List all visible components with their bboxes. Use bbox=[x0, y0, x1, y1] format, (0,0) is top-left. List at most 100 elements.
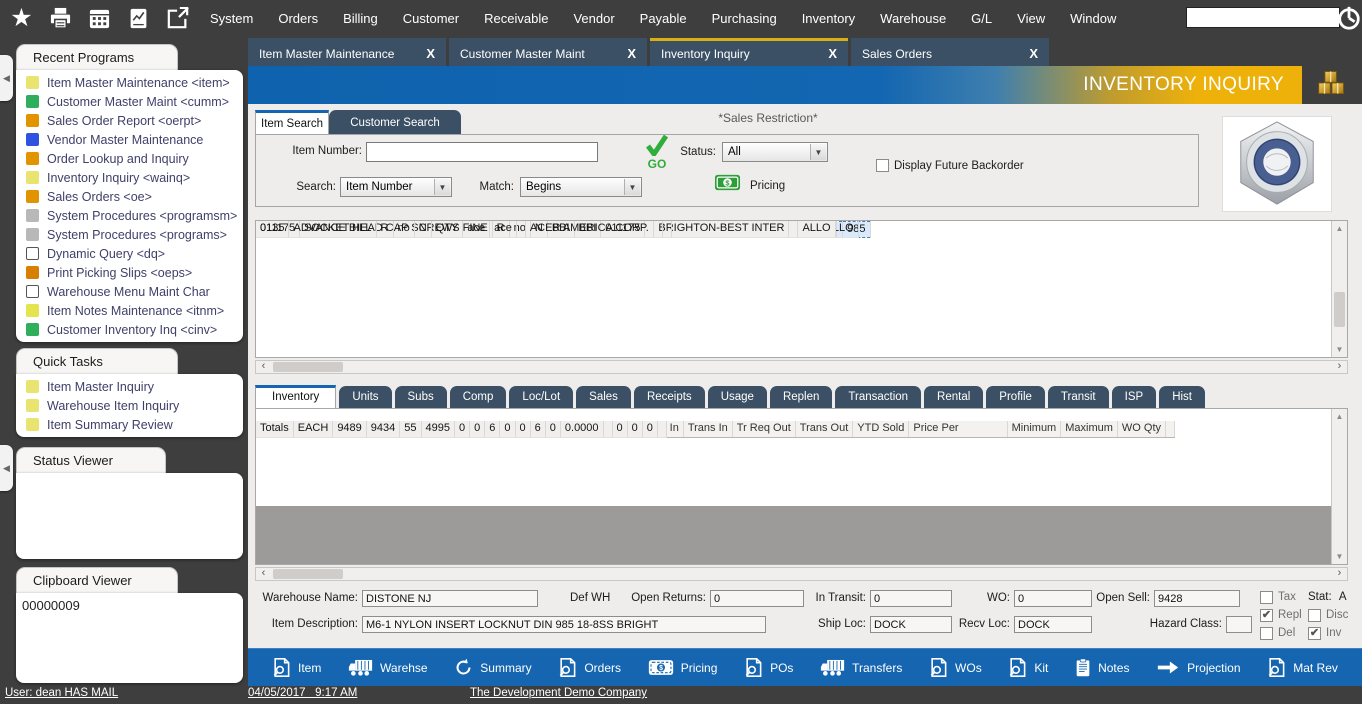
menu-item-purchasing[interactable]: Purchasing bbox=[707, 7, 782, 30]
toolbar-item[interactable]: Item bbox=[272, 658, 321, 677]
status-viewer-header[interactable]: Status Viewer bbox=[16, 447, 166, 473]
item-table-vscrollbar[interactable]: ▲ ▼ bbox=[1331, 221, 1347, 357]
inv-col-tr-req-out[interactable]: Tr Req Out bbox=[732, 421, 795, 437]
sidebar-item-item-master-inquiry[interactable]: Item Master Inquiry bbox=[16, 377, 243, 396]
detail-tab-subs[interactable]: Subs bbox=[395, 386, 447, 408]
checkbox-inv[interactable] bbox=[1308, 627, 1321, 640]
close-icon[interactable]: X bbox=[820, 46, 837, 61]
cell[interactable]: 0135 bbox=[256, 221, 289, 237]
tab-customer-search[interactable]: Customer Search bbox=[329, 110, 461, 135]
menu-item-receivable[interactable]: Receivable bbox=[479, 7, 553, 30]
status-dropdown[interactable]: All ▼ bbox=[722, 142, 828, 162]
checkbox-disc[interactable] bbox=[1308, 609, 1321, 622]
item-table-hscrollbar[interactable]: ‹ › bbox=[255, 360, 1348, 374]
ship-loc-field[interactable]: DOCK bbox=[870, 616, 952, 633]
detail-tab-isp[interactable]: ISP bbox=[1112, 386, 1157, 408]
close-icon[interactable]: X bbox=[418, 46, 435, 61]
toolbar-orders[interactable]: Orders bbox=[558, 658, 621, 677]
go-button[interactable]: GO bbox=[640, 134, 674, 171]
item-row-0135[interactable]: 0135ADVANCE BILLRnoNQTYaceaceACER AMERIC… bbox=[256, 221, 672, 238]
scroll-thumb[interactable] bbox=[273, 569, 343, 579]
toolbar-mat-rev[interactable]: Mat Rev bbox=[1267, 658, 1338, 677]
cell[interactable] bbox=[653, 221, 662, 237]
item-number-input[interactable] bbox=[366, 142, 598, 162]
scroll-right-icon[interactable]: › bbox=[1332, 568, 1347, 580]
sidebar-item-item-notes-maintenance-itnm[interactable]: Item Notes Maintenance <itnm> bbox=[16, 301, 243, 320]
toolbar-transfers[interactable]: Transfers bbox=[820, 659, 902, 677]
menu-item-customer[interactable]: Customer bbox=[398, 7, 464, 30]
print-icon[interactable] bbox=[47, 5, 74, 32]
sidebar-item-system-procedures-programs[interactable]: System Procedures <programs> bbox=[16, 225, 243, 244]
menu-item-billing[interactable]: Billing bbox=[338, 7, 383, 30]
sidebar-item-vendor-master-maintenance[interactable]: Vendor Master Maintenance bbox=[16, 130, 243, 149]
favorites-star-icon[interactable]: ★ bbox=[8, 5, 35, 32]
tab-sales-orders[interactable]: Sales OrdersX bbox=[851, 38, 1049, 66]
scroll-left-icon[interactable]: ‹ bbox=[256, 361, 271, 373]
sidebar-item-print-picking-slips-oeps[interactable]: Print Picking Slips <oeps> bbox=[16, 263, 243, 282]
cell[interactable]: ace bbox=[463, 221, 490, 237]
inv-col-ytd-sold[interactable]: YTD Sold bbox=[853, 421, 909, 437]
close-icon[interactable]: X bbox=[619, 46, 636, 61]
calendar-icon[interactable] bbox=[86, 5, 113, 32]
detail-tab-rental[interactable]: Rental bbox=[924, 386, 983, 408]
cell[interactable]: 55 bbox=[400, 421, 421, 437]
report-icon[interactable] bbox=[125, 5, 152, 32]
sidebar-item-dynamic-query-dq[interactable]: Dynamic Query <dq> bbox=[16, 244, 243, 263]
menu-item-warehouse[interactable]: Warehouse bbox=[875, 7, 951, 30]
hazard-class-field[interactable] bbox=[1226, 616, 1252, 633]
toolbar-wos[interactable]: WOs bbox=[929, 658, 982, 677]
detail-tab-sales[interactable]: Sales bbox=[576, 386, 631, 408]
cell[interactable]: 6 bbox=[485, 421, 500, 437]
tab-item-search[interactable]: Item Search bbox=[255, 110, 329, 135]
scroll-left-icon[interactable]: ‹ bbox=[256, 568, 271, 580]
cell[interactable]: 9489 bbox=[333, 421, 366, 437]
scroll-thumb[interactable] bbox=[273, 362, 343, 372]
flag-tax[interactable]: Tax bbox=[1260, 588, 1302, 606]
recent-programs-header[interactable]: Recent Programs bbox=[16, 44, 178, 70]
cell[interactable]: 0 bbox=[470, 421, 485, 437]
inv-col-extra[interactable] bbox=[1166, 421, 1175, 437]
tab-customer-master-maint[interactable]: Customer Master MaintX bbox=[449, 38, 647, 66]
menu-item-window[interactable]: Window bbox=[1065, 7, 1121, 30]
sidebar-item-inventory-inquiry-wainq[interactable]: Inventory Inquiry <wainq> bbox=[16, 168, 243, 187]
cell[interactable]: N bbox=[414, 221, 431, 237]
cell[interactable]: 4995 bbox=[421, 421, 454, 437]
warehouse-name-field[interactable]: DISTONE NJ bbox=[362, 590, 538, 607]
sidebar-item-item-summary-review[interactable]: Item Summary Review bbox=[16, 415, 243, 434]
cell[interactable]: 0 bbox=[627, 421, 642, 437]
cell[interactable]: 6 bbox=[530, 421, 545, 437]
detail-tab-inventory[interactable]: Inventory bbox=[255, 385, 336, 408]
toolbar-pricing[interactable]: $Pricing bbox=[648, 659, 718, 676]
match-dropdown[interactable]: Begins ▼ bbox=[520, 177, 642, 197]
toolbar-projection[interactable]: Projection bbox=[1156, 660, 1240, 675]
flag-disc[interactable]: Disc bbox=[1308, 606, 1348, 624]
inventory-row-totals[interactable]: TotalsEACH9489943455499500600600.0000000 bbox=[256, 421, 667, 438]
sidebar-item-warehouse-menu-maint-char[interactable]: Warehouse Menu Maint Char bbox=[16, 282, 243, 301]
toolbar-pos[interactable]: POs bbox=[744, 658, 793, 677]
cell[interactable] bbox=[657, 421, 666, 437]
sidebar-item-sales-orders-oe[interactable]: Sales Orders <oe> bbox=[16, 187, 243, 206]
cell[interactable] bbox=[789, 221, 798, 237]
detail-tab-transaction[interactable]: Transaction bbox=[835, 386, 921, 408]
checkbox-tax[interactable] bbox=[1260, 591, 1273, 604]
cell[interactable]: 0 bbox=[612, 421, 627, 437]
cell[interactable] bbox=[516, 221, 525, 237]
inv-col-trans-in[interactable]: Trans In bbox=[683, 421, 732, 437]
wo-field[interactable]: 0 bbox=[1014, 590, 1092, 607]
toolbar-notes[interactable]: Notes bbox=[1075, 658, 1129, 677]
inventory-vscrollbar[interactable]: ▲ ▼ bbox=[1331, 409, 1347, 564]
detail-tab-units[interactable]: Units bbox=[339, 386, 391, 408]
cell[interactable]: 0 bbox=[515, 421, 530, 437]
tab-inventory-inquiry[interactable]: Inventory InquiryX bbox=[650, 38, 848, 66]
cell[interactable]: 0 bbox=[455, 421, 470, 437]
cell[interactable]: 9434 bbox=[366, 421, 399, 437]
checkbox-del[interactable] bbox=[1260, 627, 1273, 640]
in-transit-field[interactable]: 0 bbox=[870, 590, 952, 607]
sidebar-item-order-lookup-and-inquiry[interactable]: Order Lookup and Inquiry bbox=[16, 149, 243, 168]
menu-item-inventory[interactable]: Inventory bbox=[797, 7, 860, 30]
open-sell-field[interactable]: 9428 bbox=[1154, 590, 1240, 607]
open-returns-field[interactable]: 0 bbox=[710, 590, 804, 607]
export-icon[interactable] bbox=[164, 5, 191, 32]
inv-col-trans-out[interactable]: Trans Out bbox=[795, 421, 853, 437]
detail-tab-transit[interactable]: Transit bbox=[1048, 386, 1109, 408]
